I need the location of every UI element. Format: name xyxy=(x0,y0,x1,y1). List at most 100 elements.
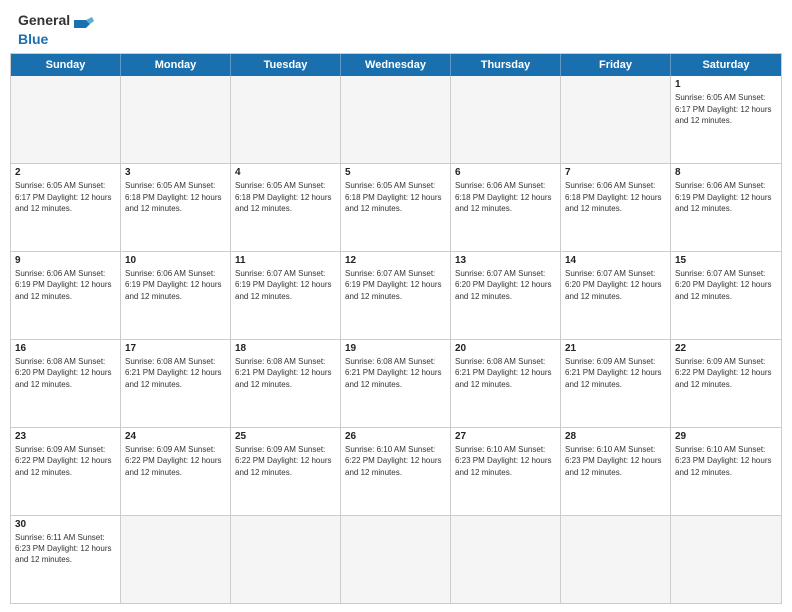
day-number: 20 xyxy=(455,343,556,354)
calendar-cell: 27Sunrise: 6:10 AM Sunset: 6:23 PM Dayli… xyxy=(451,428,561,515)
cell-sun-info: Sunrise: 6:09 AM Sunset: 6:22 PM Dayligh… xyxy=(675,356,777,390)
day-number: 17 xyxy=(125,343,226,354)
calendar-cell xyxy=(121,516,231,603)
cell-sun-info: Sunrise: 6:05 AM Sunset: 6:18 PM Dayligh… xyxy=(125,180,226,214)
col-header-wednesday: Wednesday xyxy=(341,54,451,76)
page: General Blue SundayMondayTuesdayWednesda… xyxy=(0,0,792,612)
calendar-row-0: 1Sunrise: 6:05 AM Sunset: 6:17 PM Daylig… xyxy=(11,76,781,163)
calendar-cell: 19Sunrise: 6:08 AM Sunset: 6:21 PM Dayli… xyxy=(341,340,451,427)
calendar-cell xyxy=(341,76,451,163)
cell-sun-info: Sunrise: 6:07 AM Sunset: 6:20 PM Dayligh… xyxy=(675,268,777,302)
day-number: 6 xyxy=(455,167,556,178)
calendar-cell: 7 Sunrise: 6:06 AM Sunset: 6:18 PM Daylig… xyxy=(561,164,671,251)
cell-sun-info: Sunrise: 6:07 AM Sunset: 6:19 PM Dayligh… xyxy=(345,268,446,302)
calendar-cell xyxy=(231,516,341,603)
calendar-cell xyxy=(11,76,121,163)
day-number: 15 xyxy=(675,255,777,266)
cell-sun-info: Sunrise: 6:09 AM Sunset: 6:21 PM Dayligh… xyxy=(565,356,666,390)
cell-sun-info: Sunrise: 6:10 AM Sunset: 6:22 PM Dayligh… xyxy=(345,444,446,478)
calendar-row-5: 30 Sunrise: 6:11 AM Sunset: 6:23 PM Dayli… xyxy=(11,515,781,603)
day-number: 8 xyxy=(675,167,777,178)
day-number: 1 xyxy=(675,79,777,90)
header: General Blue xyxy=(0,0,792,53)
day-number: 7 xyxy=(565,167,666,178)
calendar-cell: 30 Sunrise: 6:11 AM Sunset: 6:23 PM Dayli… xyxy=(11,516,121,603)
day-number: 25 xyxy=(235,431,336,442)
logo-text-blue: Blue xyxy=(18,32,94,47)
day-number: 3 xyxy=(125,167,226,178)
logo-container: General Blue xyxy=(18,10,94,47)
calendar-cell: 14Sunrise: 6:07 AM Sunset: 6:20 PM Dayli… xyxy=(561,252,671,339)
calendar-row-4: 23 Sunrise: 6:09 AM Sunset: 6:22 PM Dayli… xyxy=(11,427,781,515)
calendar-cell xyxy=(231,76,341,163)
day-number: 28 xyxy=(565,431,666,442)
calendar-cell: 18Sunrise: 6:08 AM Sunset: 6:21 PM Dayli… xyxy=(231,340,341,427)
cell-sun-info: Sunrise: 6:08 AM Sunset: 6:20 PM Dayligh… xyxy=(15,356,116,390)
calendar-cell: 15 Sunrise: 6:07 AM Sunset: 6:20 PM Dayli… xyxy=(671,252,781,339)
day-number: 11 xyxy=(235,255,336,266)
calendar-cell xyxy=(451,76,561,163)
day-number: 23 xyxy=(15,431,116,442)
cell-sun-info: Sunrise: 6:09 AM Sunset: 6:22 PM Dayligh… xyxy=(15,444,116,478)
day-number: 13 xyxy=(455,255,556,266)
calendar-cell: 29 Sunrise: 6:10 AM Sunset: 6:23 PM Dayli… xyxy=(671,428,781,515)
cell-sun-info: Sunrise: 6:07 AM Sunset: 6:19 PM Dayligh… xyxy=(235,268,336,302)
calendar-cell: 11 Sunrise: 6:07 AM Sunset: 6:19 PM Dayli… xyxy=(231,252,341,339)
calendar-cell: 3 Sunrise: 6:05 AM Sunset: 6:18 PM Daylig… xyxy=(121,164,231,251)
cell-sun-info: Sunrise: 6:07 AM Sunset: 6:20 PM Dayligh… xyxy=(455,268,556,302)
day-number: 4 xyxy=(235,167,336,178)
calendar-cell: 24 Sunrise: 6:09 AM Sunset: 6:22 PM Dayli… xyxy=(121,428,231,515)
calendar-cell: 2Sunrise: 6:05 AM Sunset: 6:17 PM Daylig… xyxy=(11,164,121,251)
calendar-cell xyxy=(561,516,671,603)
col-header-sunday: Sunday xyxy=(11,54,121,76)
calendar-cell: 10Sunrise: 6:06 AM Sunset: 6:19 PM Dayli… xyxy=(121,252,231,339)
cell-sun-info: Sunrise: 6:10 AM Sunset: 6:23 PM Dayligh… xyxy=(455,444,556,478)
logo-text-general: General xyxy=(18,13,70,28)
calendar-cell: 17Sunrise: 6:08 AM Sunset: 6:21 PM Dayli… xyxy=(121,340,231,427)
cell-sun-info: Sunrise: 6:06 AM Sunset: 6:19 PM Dayligh… xyxy=(15,268,116,302)
calendar-cell: 28 Sunrise: 6:10 AM Sunset: 6:23 PM Dayli… xyxy=(561,428,671,515)
col-header-monday: Monday xyxy=(121,54,231,76)
calendar-cell: 6 Sunrise: 6:06 AM Sunset: 6:18 PM Daylig… xyxy=(451,164,561,251)
cell-sun-info: Sunrise: 6:08 AM Sunset: 6:21 PM Dayligh… xyxy=(235,356,336,390)
calendar-cell: 5 Sunrise: 6:05 AM Sunset: 6:18 PM Daylig… xyxy=(341,164,451,251)
calendar-body: 1Sunrise: 6:05 AM Sunset: 6:17 PM Daylig… xyxy=(11,76,781,603)
cell-sun-info: Sunrise: 6:06 AM Sunset: 6:18 PM Dayligh… xyxy=(455,180,556,214)
calendar-cell: 23 Sunrise: 6:09 AM Sunset: 6:22 PM Dayli… xyxy=(11,428,121,515)
calendar-cell: 21Sunrise: 6:09 AM Sunset: 6:21 PM Dayli… xyxy=(561,340,671,427)
calendar-row-2: 9Sunrise: 6:06 AM Sunset: 6:19 PM Daylig… xyxy=(11,251,781,339)
cell-sun-info: Sunrise: 6:09 AM Sunset: 6:22 PM Dayligh… xyxy=(125,444,226,478)
cell-sun-info: Sunrise: 6:06 AM Sunset: 6:19 PM Dayligh… xyxy=(125,268,226,302)
cell-sun-info: Sunrise: 6:06 AM Sunset: 6:18 PM Dayligh… xyxy=(565,180,666,214)
calendar-row-1: 2Sunrise: 6:05 AM Sunset: 6:17 PM Daylig… xyxy=(11,163,781,251)
col-header-thursday: Thursday xyxy=(451,54,561,76)
cell-sun-info: Sunrise: 6:05 AM Sunset: 6:18 PM Dayligh… xyxy=(345,180,446,214)
cell-sun-info: Sunrise: 6:08 AM Sunset: 6:21 PM Dayligh… xyxy=(345,356,446,390)
calendar: SundayMondayTuesdayWednesdayThursdayFrid… xyxy=(10,53,782,604)
logo: General Blue xyxy=(18,10,94,47)
calendar-cell: 8Sunrise: 6:06 AM Sunset: 6:19 PM Daylig… xyxy=(671,164,781,251)
day-number: 14 xyxy=(565,255,666,266)
cell-sun-info: Sunrise: 6:10 AM Sunset: 6:23 PM Dayligh… xyxy=(675,444,777,478)
calendar-cell: 9Sunrise: 6:06 AM Sunset: 6:19 PM Daylig… xyxy=(11,252,121,339)
calendar-cell xyxy=(671,516,781,603)
day-number: 16 xyxy=(15,343,116,354)
calendar-cell: 20Sunrise: 6:08 AM Sunset: 6:21 PM Dayli… xyxy=(451,340,561,427)
cell-sun-info: Sunrise: 6:11 AM Sunset: 6:23 PM Dayligh… xyxy=(15,532,116,566)
calendar-header: SundayMondayTuesdayWednesdayThursdayFrid… xyxy=(11,54,781,76)
cell-sun-info: Sunrise: 6:05 AM Sunset: 6:18 PM Dayligh… xyxy=(235,180,336,214)
day-number: 29 xyxy=(675,431,777,442)
col-header-saturday: Saturday xyxy=(671,54,781,76)
day-number: 24 xyxy=(125,431,226,442)
calendar-cell: 16 Sunrise: 6:08 AM Sunset: 6:20 PM Dayli… xyxy=(11,340,121,427)
day-number: 2 xyxy=(15,167,116,178)
day-number: 12 xyxy=(345,255,446,266)
cell-sun-info: Sunrise: 6:09 AM Sunset: 6:22 PM Dayligh… xyxy=(235,444,336,478)
day-number: 30 xyxy=(15,519,116,530)
calendar-cell: 25 Sunrise: 6:09 AM Sunset: 6:22 PM Dayli… xyxy=(231,428,341,515)
calendar-cell: 4 Sunrise: 6:05 AM Sunset: 6:18 PM Daylig… xyxy=(231,164,341,251)
col-header-tuesday: Tuesday xyxy=(231,54,341,76)
day-number: 5 xyxy=(345,167,446,178)
day-number: 22 xyxy=(675,343,777,354)
cell-sun-info: Sunrise: 6:10 AM Sunset: 6:23 PM Dayligh… xyxy=(565,444,666,478)
